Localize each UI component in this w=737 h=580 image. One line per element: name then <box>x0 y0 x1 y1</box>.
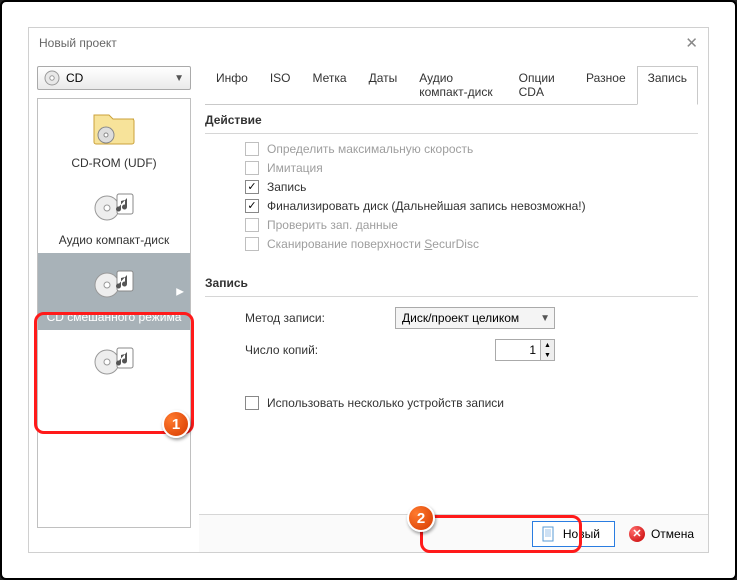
row-copies: Число копий: ▲ ▼ <box>245 339 698 361</box>
row-write-method: Метод записи: Диск/проект целиком ▼ <box>245 307 698 329</box>
tab-info[interactable]: Инфо <box>205 66 259 104</box>
right-panel: Инфо ISO Метка Даты Аудио компакт-диск О… <box>199 58 708 552</box>
audio-disc-icon <box>91 186 137 226</box>
folder-disc-icon <box>91 109 137 149</box>
checkbox-icon <box>245 396 259 410</box>
cancel-button[interactable]: ✕ Отмена <box>629 526 694 542</box>
tab-cda-options[interactable]: Опции CDA <box>508 66 575 104</box>
check-multi-recorder[interactable]: Использовать несколько устройств записи <box>245 396 698 410</box>
project-type-list[interactable]: CD-ROM (UDF) Аудио компакт-диск CD смеша… <box>37 98 191 528</box>
combo-write-method[interactable]: Диск/проект целиком ▼ <box>395 307 555 329</box>
checkbox-icon <box>245 218 259 232</box>
sidebar-item-label: Аудио компакт-диск <box>42 233 186 247</box>
sidebar-item-label: CD-ROM (UDF) <box>42 156 186 170</box>
checkbox-icon <box>245 237 259 251</box>
dialog-footer: Новый ✕ Отмена <box>199 514 708 552</box>
cancel-icon: ✕ <box>629 526 645 542</box>
input-copies[interactable]: ▲ ▼ <box>495 339 555 361</box>
disc-type-dropdown[interactable]: CD ▼ <box>37 66 191 90</box>
sidebar-item-audio-cd[interactable]: Аудио компакт-диск <box>38 176 190 253</box>
mixed-disc-icon <box>91 263 137 303</box>
sidebar-item-label: CD смешанного режима <box>42 310 186 324</box>
section-write-title: Запись <box>205 276 698 290</box>
disc-icon <box>44 70 60 86</box>
label-write-method: Метод записи: <box>245 311 395 325</box>
sidebar-item-cdrom-udf[interactable]: CD-ROM (UDF) <box>38 99 190 176</box>
close-icon[interactable]: ✕ <box>685 34 698 52</box>
label-copies: Число копий: <box>245 343 395 357</box>
audio-disc-icon <box>91 340 137 380</box>
chevron-down-icon: ▼ <box>540 313 550 324</box>
window-title: Новый проект <box>39 36 685 50</box>
left-column: CD ▼ CD-ROM (UDF) Аудио компакт-д <box>29 58 199 552</box>
section-action-title: Действие <box>205 113 698 127</box>
new-project-icon <box>541 526 557 542</box>
check-verify: Проверить зап. данные <box>245 218 698 232</box>
tab-label[interactable]: Метка <box>301 66 357 104</box>
tabs: Инфо ISO Метка Даты Аудио компакт-диск О… <box>205 66 698 105</box>
new-button[interactable]: Новый <box>532 521 615 547</box>
check-simulate: Имитация <box>245 161 698 175</box>
dropdown-value: CD <box>66 71 83 85</box>
check-detect-speed: Определить максимальную скорость <box>245 142 698 156</box>
dialog-window: Новый проект ✕ CD ▼ CD-ROM (UDF <box>28 27 709 553</box>
tab-dates[interactable]: Даты <box>358 66 409 104</box>
tab-iso[interactable]: ISO <box>259 66 302 104</box>
checkbox-icon <box>245 161 259 175</box>
spin-up-icon[interactable]: ▲ <box>540 340 554 350</box>
sidebar-item-mixed-mode-cd[interactable]: CD смешанного режима ▶ <box>38 253 190 330</box>
check-write[interactable]: Запись <box>245 180 698 194</box>
checkbox-icon <box>245 180 259 194</box>
copies-value[interactable] <box>508 342 538 358</box>
check-securdisc: Сканирование поверхности SecurDisc <box>245 237 698 251</box>
tab-misc[interactable]: Разное <box>575 66 637 104</box>
check-finalize[interactable]: Финализировать диск (Дальнейшая запись н… <box>245 199 698 213</box>
chevron-right-icon: ▶ <box>176 286 184 297</box>
spin-down-icon[interactable]: ▼ <box>540 350 554 360</box>
chevron-down-icon: ▼ <box>174 73 184 84</box>
sidebar-item-extra[interactable] <box>38 330 190 389</box>
tab-write[interactable]: Запись <box>637 66 698 105</box>
checkbox-icon <box>245 199 259 213</box>
tab-audio-cd[interactable]: Аудио компакт-диск <box>408 66 507 104</box>
titlebar: Новый проект ✕ <box>29 28 708 58</box>
checkbox-icon <box>245 142 259 156</box>
